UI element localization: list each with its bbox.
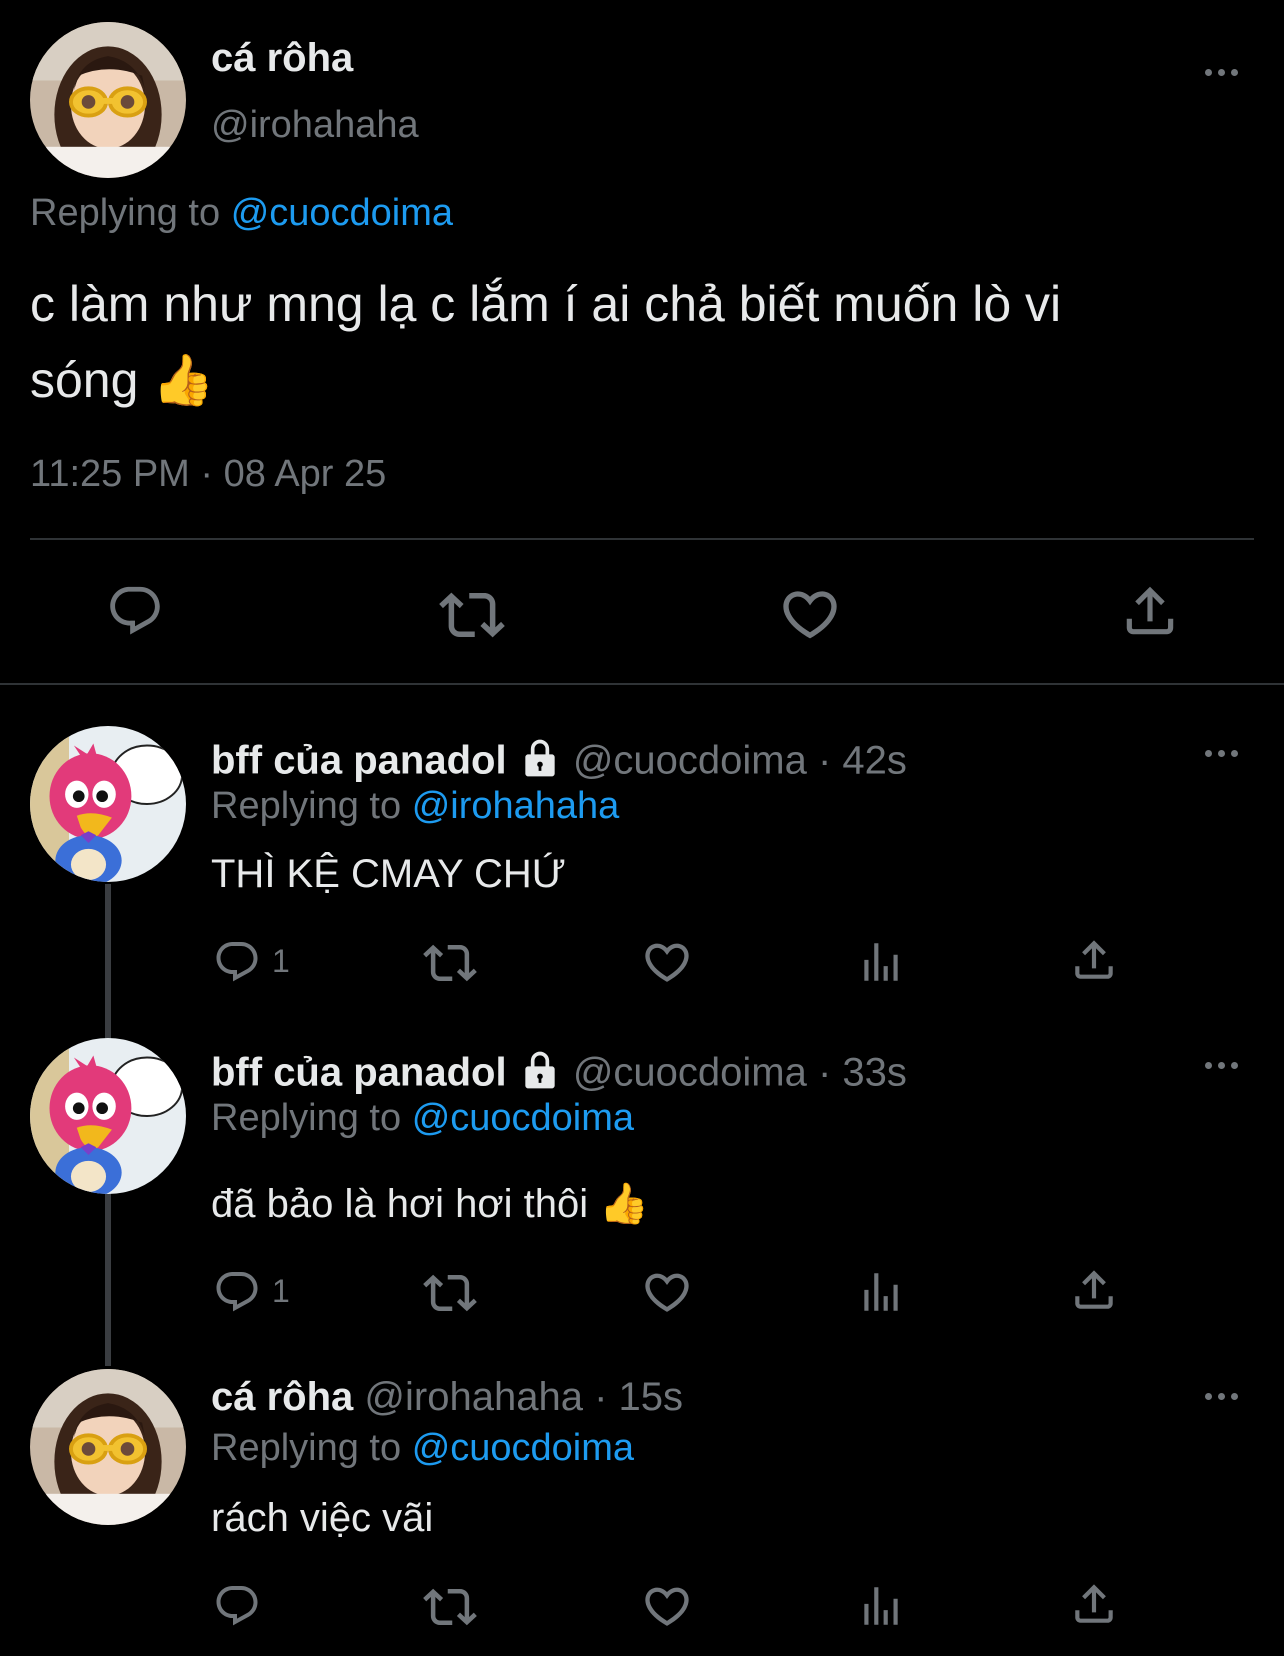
reply-icon[interactable] xyxy=(213,938,261,986)
replying-to-handle[interactable]: @cuocdoima xyxy=(412,1427,634,1469)
views-icon[interactable] xyxy=(856,1267,906,1317)
reply-icon[interactable] xyxy=(106,582,164,640)
tweet-text: c làm như mng lạ c lắm í ai chả biết muố… xyxy=(30,266,1250,418)
replying-to-handle[interactable]: @irohahaha xyxy=(412,785,620,827)
like-icon[interactable] xyxy=(641,1580,693,1632)
display-name[interactable]: cá rôha xyxy=(211,1375,353,1419)
user-handle[interactable]: @cuocdoima xyxy=(573,739,807,783)
user-handle[interactable]: @cuocdoima xyxy=(573,1051,807,1095)
reply-count: 1 xyxy=(272,1273,290,1309)
share-icon[interactable] xyxy=(1069,935,1119,985)
avatar[interactable] xyxy=(30,1369,186,1525)
reply-header: bff của panadol @cuocdoima · 42s xyxy=(211,736,907,790)
tweet-text-line-2-text: sóng xyxy=(30,352,139,408)
thumbs-up-emoji: 👍 xyxy=(152,352,215,408)
user-avatar-image xyxy=(30,22,186,178)
reply-time[interactable]: · 15s xyxy=(594,1375,683,1419)
like-icon[interactable] xyxy=(778,582,842,646)
bird-avatar-image xyxy=(30,1038,186,1194)
more-icon[interactable] xyxy=(1205,69,1238,76)
bird-avatar-image xyxy=(30,726,186,882)
retweet-icon[interactable] xyxy=(439,582,505,648)
like-icon[interactable] xyxy=(641,936,693,988)
more-icon[interactable] xyxy=(1205,1062,1238,1069)
reply-text-content: đã bảo là hơi hơi thôi xyxy=(211,1182,589,1226)
tweet-text-line-1: c làm như mng lạ c lắm í ai chả biết muố… xyxy=(30,276,1062,332)
share-icon[interactable] xyxy=(1069,1579,1119,1629)
reply-icon[interactable] xyxy=(213,1268,261,1316)
reply-time[interactable]: · 42s xyxy=(818,739,907,783)
share-icon[interactable] xyxy=(1069,1265,1119,1315)
reply-count: 1 xyxy=(272,943,290,979)
lock-icon xyxy=(518,736,562,790)
reply-text: THÌ KỆ CMAY CHỨ xyxy=(211,852,566,896)
user-avatar-image xyxy=(30,1369,186,1525)
more-icon[interactable] xyxy=(1205,750,1238,757)
lock-icon xyxy=(518,1048,562,1102)
section-divider xyxy=(0,683,1284,685)
replying-label: Replying to xyxy=(211,1427,402,1469)
replying-label: Replying to xyxy=(211,1097,402,1139)
reply-icon[interactable] xyxy=(213,1582,261,1630)
replying-label: Replying to xyxy=(211,785,402,827)
like-icon[interactable] xyxy=(641,1266,693,1318)
timestamp[interactable]: 11:25 PM · 08 Apr 25 xyxy=(30,453,386,496)
tweet-text-line-2: sóng 👍 xyxy=(30,342,1250,418)
thumbs-up-emoji: 👍 xyxy=(599,1182,650,1226)
views-icon[interactable] xyxy=(856,1581,906,1631)
replying-to: Replying to @cuocdoima xyxy=(211,1097,634,1140)
retweet-icon[interactable] xyxy=(423,1266,477,1320)
user-handle[interactable]: @irohahaha xyxy=(211,104,419,147)
display-name[interactable]: bff của panadol xyxy=(211,1051,507,1095)
reply-text: rách việc vãi xyxy=(211,1496,434,1540)
display-name[interactable]: bff của panadol xyxy=(211,739,507,783)
reply-header: cá rôha @irohahaha · 15s xyxy=(211,1375,683,1420)
replying-to: Replying to @cuocdoima xyxy=(211,1427,634,1470)
user-handle[interactable]: @irohahaha xyxy=(364,1375,583,1419)
more-icon[interactable] xyxy=(1205,1393,1238,1400)
replying-to: Replying to @irohahaha xyxy=(211,785,619,828)
retweet-icon[interactable] xyxy=(423,936,477,990)
avatar[interactable] xyxy=(30,1038,186,1194)
replying-to: Replying to @cuocdoima xyxy=(30,192,453,235)
replying-to-handle[interactable]: @cuocdoima xyxy=(231,192,453,234)
avatar[interactable] xyxy=(30,726,186,882)
reply-text: đã bảo là hơi hơi thôi 👍 xyxy=(211,1180,649,1227)
divider xyxy=(30,538,1254,540)
views-icon[interactable] xyxy=(856,937,906,987)
replying-label: Replying to xyxy=(30,192,221,234)
avatar[interactable] xyxy=(30,22,186,178)
reply-header: bff của panadol @cuocdoima · 33s xyxy=(211,1048,907,1102)
reply-time[interactable]: · 33s xyxy=(818,1051,907,1095)
share-icon[interactable] xyxy=(1119,580,1181,642)
replying-to-handle[interactable]: @cuocdoima xyxy=(412,1097,634,1139)
retweet-icon[interactable] xyxy=(423,1580,477,1634)
display-name[interactable]: cá rôha xyxy=(211,36,353,81)
